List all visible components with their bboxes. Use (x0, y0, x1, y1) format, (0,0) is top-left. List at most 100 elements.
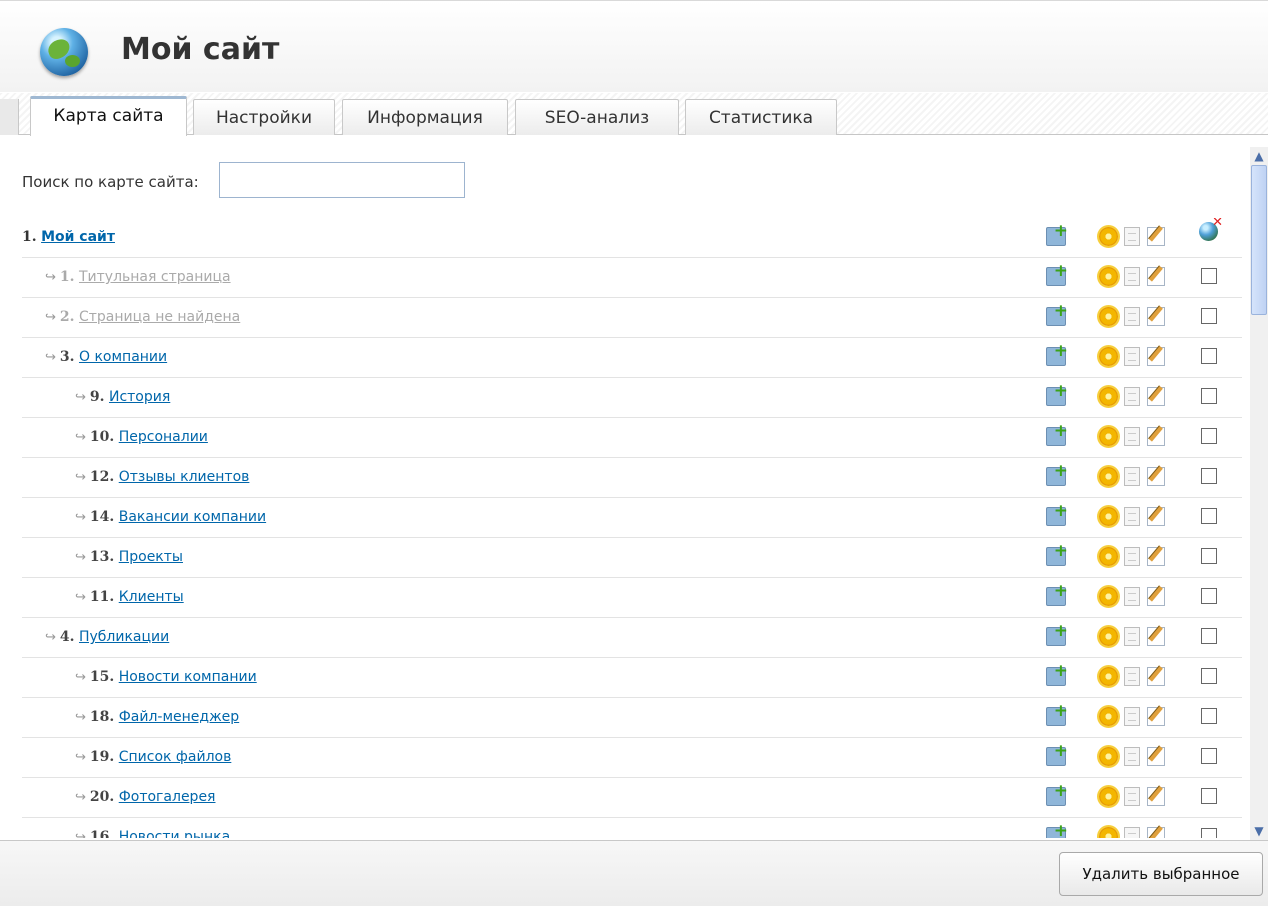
tree-row-link[interactable]: Страница не найдена (79, 309, 240, 325)
select-checkbox[interactable] (1201, 548, 1217, 564)
edit-icon[interactable] (1147, 267, 1165, 286)
add-subpage-icon[interactable] (1046, 621, 1068, 646)
delete-site-icon[interactable] (1199, 218, 1223, 241)
tab-settings[interactable]: Настройки (193, 99, 335, 135)
scroll-up-icon[interactable]: ▲ (1250, 147, 1268, 165)
edit-icon[interactable] (1147, 387, 1165, 406)
gear-icon[interactable] (1099, 707, 1118, 726)
add-subpage-icon[interactable] (1046, 301, 1068, 326)
tree-row-link[interactable]: История (109, 389, 170, 405)
tree-row-link[interactable]: Клиенты (119, 589, 184, 605)
select-checkbox[interactable] (1201, 668, 1217, 684)
gear-icon[interactable] (1099, 227, 1118, 246)
gear-icon[interactable] (1099, 387, 1118, 406)
page-icon[interactable] (1124, 267, 1140, 286)
tree-row-link[interactable]: Вакансии компании (119, 509, 266, 525)
add-subpage-icon[interactable] (1046, 821, 1068, 838)
tree-row-link[interactable]: Титульная страница (79, 269, 231, 285)
add-subpage-icon[interactable] (1046, 341, 1068, 366)
select-checkbox[interactable] (1201, 508, 1217, 524)
edit-icon[interactable] (1147, 227, 1165, 246)
delete-selected-button[interactable]: Удалить выбранное (1059, 852, 1263, 896)
add-subpage-icon[interactable] (1046, 541, 1068, 566)
add-subpage-icon[interactable] (1046, 501, 1068, 526)
add-subpage-icon[interactable] (1046, 581, 1068, 606)
add-subpage-icon[interactable] (1046, 381, 1068, 406)
vertical-scrollbar[interactable]: ▲ ▼ (1250, 147, 1268, 840)
page-icon[interactable] (1124, 427, 1140, 446)
gear-icon[interactable] (1099, 427, 1118, 446)
gear-icon[interactable] (1099, 787, 1118, 806)
edit-icon[interactable] (1147, 747, 1165, 766)
page-icon[interactable] (1124, 787, 1140, 806)
tree-row-link[interactable]: Фотогалерея (119, 789, 216, 805)
gear-icon[interactable] (1099, 467, 1118, 486)
tree-row-link[interactable]: Персоналии (119, 429, 208, 445)
page-icon[interactable] (1124, 387, 1140, 406)
edit-icon[interactable] (1147, 827, 1165, 838)
scroll-thumb[interactable] (1251, 165, 1267, 315)
tree-row-link[interactable]: Файл-менеджер (119, 709, 239, 725)
gear-icon[interactable] (1099, 547, 1118, 566)
tab-sitemap[interactable]: Карта сайта (30, 96, 187, 136)
tree-row-link[interactable]: Мой сайт (41, 229, 115, 245)
add-subpage-icon[interactable] (1046, 741, 1068, 766)
add-subpage-icon[interactable] (1046, 221, 1068, 246)
page-icon[interactable] (1124, 347, 1140, 366)
page-icon[interactable] (1124, 507, 1140, 526)
add-subpage-icon[interactable] (1046, 261, 1068, 286)
page-icon[interactable] (1124, 747, 1140, 766)
select-checkbox[interactable] (1201, 628, 1217, 644)
edit-icon[interactable] (1147, 787, 1165, 806)
tree-row-link[interactable]: Список файлов (119, 749, 232, 765)
edit-icon[interactable] (1147, 467, 1165, 486)
gear-icon[interactable] (1099, 747, 1118, 766)
select-checkbox[interactable] (1201, 428, 1217, 444)
select-checkbox[interactable] (1201, 828, 1217, 838)
add-subpage-icon[interactable] (1046, 781, 1068, 806)
edit-icon[interactable] (1147, 507, 1165, 526)
edit-icon[interactable] (1147, 347, 1165, 366)
tab-information[interactable]: Информация (342, 99, 508, 135)
edit-icon[interactable] (1147, 427, 1165, 446)
edit-icon[interactable] (1147, 307, 1165, 326)
page-icon[interactable] (1124, 467, 1140, 486)
tree-row-link[interactable]: Новости компании (119, 669, 257, 685)
tree-row-link[interactable]: Новости рынка (119, 829, 230, 838)
tree-row-link[interactable]: Проекты (119, 549, 183, 565)
gear-icon[interactable] (1099, 347, 1118, 366)
edit-icon[interactable] (1147, 667, 1165, 686)
page-icon[interactable] (1124, 227, 1140, 246)
page-icon[interactable] (1124, 827, 1140, 838)
add-subpage-icon[interactable] (1046, 461, 1068, 486)
select-checkbox[interactable] (1201, 588, 1217, 604)
select-checkbox[interactable] (1201, 348, 1217, 364)
select-checkbox[interactable] (1201, 308, 1217, 324)
gear-icon[interactable] (1099, 627, 1118, 646)
gear-icon[interactable] (1099, 587, 1118, 606)
scroll-down-icon[interactable]: ▼ (1250, 822, 1268, 840)
tab-statistics[interactable]: Статистика (685, 99, 837, 135)
gear-icon[interactable] (1099, 507, 1118, 526)
tab-seo-analysis[interactable]: SEO-анализ (515, 99, 679, 135)
page-icon[interactable] (1124, 627, 1140, 646)
search-input[interactable] (219, 162, 465, 198)
tree-row-link[interactable]: О компании (79, 349, 167, 365)
page-icon[interactable] (1124, 307, 1140, 326)
edit-icon[interactable] (1147, 627, 1165, 646)
gear-icon[interactable] (1099, 307, 1118, 326)
gear-icon[interactable] (1099, 267, 1118, 286)
add-subpage-icon[interactable] (1046, 421, 1068, 446)
page-icon[interactable] (1124, 667, 1140, 686)
edit-icon[interactable] (1147, 587, 1165, 606)
tree-row-link[interactable]: Отзывы клиентов (119, 469, 250, 485)
tree-row-link[interactable]: Публикации (79, 629, 169, 645)
page-icon[interactable] (1124, 547, 1140, 566)
select-checkbox[interactable] (1201, 268, 1217, 284)
select-checkbox[interactable] (1201, 468, 1217, 484)
page-icon[interactable] (1124, 587, 1140, 606)
gear-icon[interactable] (1099, 827, 1118, 838)
edit-icon[interactable] (1147, 547, 1165, 566)
select-checkbox[interactable] (1201, 748, 1217, 764)
add-subpage-icon[interactable] (1046, 701, 1068, 726)
